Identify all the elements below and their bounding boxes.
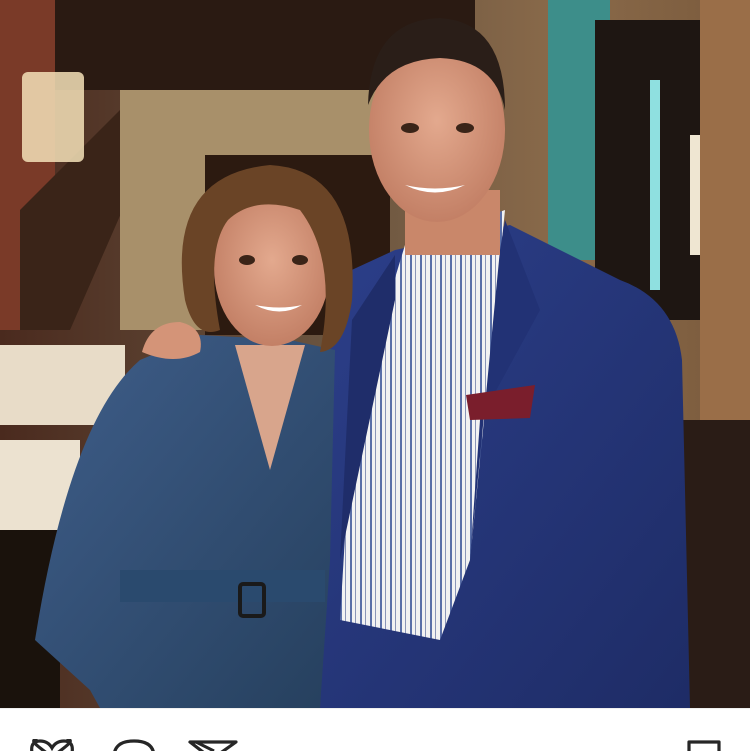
wall-lamp	[22, 72, 84, 162]
post-photo[interactable]	[0, 0, 750, 708]
woman-eye-left	[239, 255, 255, 265]
woman-belt	[120, 570, 325, 602]
woman-eye-right	[292, 255, 308, 265]
photo-scene	[0, 0, 750, 708]
right-wall	[700, 0, 750, 420]
man-eye-right	[456, 123, 474, 133]
paper-plane-icon[interactable]	[188, 739, 238, 751]
man-eye-left	[401, 123, 419, 133]
bar-shelves	[595, 20, 700, 320]
heart-outline-icon[interactable]	[26, 739, 78, 751]
bar-light	[650, 80, 660, 290]
bar-counter	[680, 420, 750, 708]
speech-bubble-icon[interactable]	[110, 739, 158, 751]
bookmark-icon[interactable]	[686, 739, 722, 751]
post-action-bar	[0, 708, 750, 751]
